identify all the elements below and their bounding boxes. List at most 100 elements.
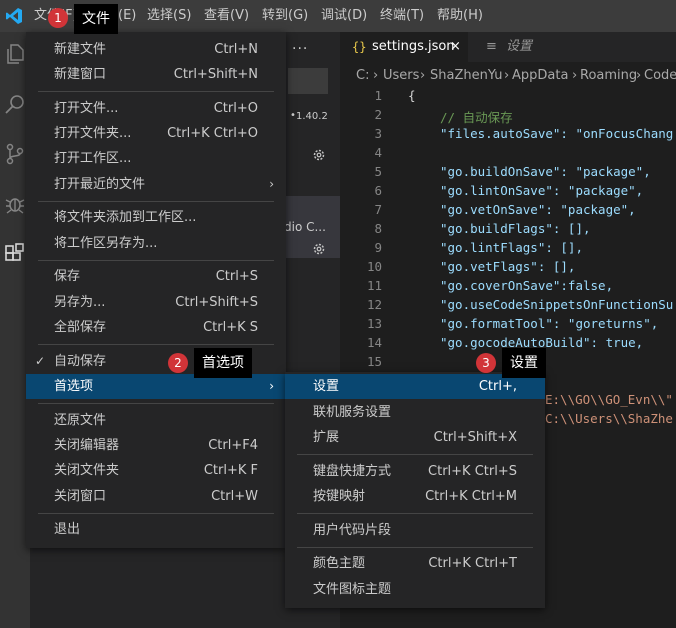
menu-item-color-theme[interactable]: 颜色主题 Ctrl+K Ctrl+T	[285, 551, 545, 576]
chevron-right-icon: ›	[269, 177, 274, 191]
check-icon: ✓	[35, 354, 46, 368]
menu-item-save-all[interactable]: 全部保存 Ctrl+K S	[26, 315, 286, 340]
gear-icon[interactable]	[312, 148, 326, 162]
code-line: "go.useCodeSnippetsOnFunctionSu	[440, 297, 674, 312]
close-icon[interactable]: ×	[450, 32, 461, 62]
json-file-icon: {}	[352, 40, 367, 54]
menu-item-keymaps[interactable]: 按键映射 Ctrl+K Ctrl+M	[285, 484, 545, 509]
tab-settings-ui[interactable]: ≡ 设置	[470, 32, 570, 62]
step-badge-3: 3	[476, 353, 496, 373]
breadcrumb-item[interactable]: C:	[356, 68, 369, 83]
extension-item-name: dio C...	[284, 220, 326, 234]
menu-item-open-workspace[interactable]: 打开工作区...	[26, 146, 286, 171]
menu-separator	[38, 201, 274, 202]
line-number: 7	[374, 202, 382, 217]
menu-selection[interactable]: 选择(S)	[143, 0, 195, 32]
line-number: 1	[374, 88, 382, 103]
extension-version: 1.40.2	[296, 111, 328, 122]
code-line: C:\\Users\\ShaZhe	[545, 411, 673, 426]
tab-label: 设置	[506, 39, 533, 54]
breadcrumb-item[interactable]: Users	[383, 68, 419, 83]
search-icon[interactable]	[3, 92, 27, 116]
line-number: 4	[374, 145, 382, 160]
menu-item-open-file[interactable]: 打开文件... Ctrl+O	[26, 96, 286, 121]
line-number: 11	[366, 278, 382, 293]
menu-item-save-workspace-as[interactable]: 将工作区另存为...	[26, 231, 286, 256]
step-badge-2: 2	[168, 353, 188, 373]
code-line: E:\\GO\\GO_Evn\\"	[545, 392, 673, 407]
menu-item-file-icon-theme[interactable]: 文件图标主题	[285, 577, 545, 602]
breadcrumb-item[interactable]: ShaZhenYu	[430, 68, 503, 83]
code-line: "go.lintOnSave": "package",	[440, 183, 644, 198]
menu-item-revert-file[interactable]: 还原文件	[26, 408, 286, 433]
menu-separator	[38, 513, 274, 514]
breadcrumb-separator: ›	[504, 68, 510, 83]
menu-separator	[297, 454, 533, 455]
debug-icon[interactable]	[3, 192, 27, 216]
callout-label-1: 文件	[74, 4, 118, 34]
source-control-icon[interactable]	[3, 142, 27, 166]
code-line: "go.vetFlags": [],	[440, 259, 576, 274]
menu-go[interactable]: 转到(G)	[258, 0, 312, 32]
menu-separator	[297, 547, 533, 548]
menu-separator	[297, 513, 533, 514]
explorer-icon[interactable]	[3, 42, 27, 66]
line-number: 15	[366, 354, 382, 369]
breadcrumb-item[interactable]: Code	[644, 68, 676, 83]
menu-item-exit[interactable]: 退出	[26, 517, 286, 542]
menu-item-close-folder[interactable]: 关闭文件夹 Ctrl+K F	[26, 458, 286, 483]
menu-separator	[38, 403, 274, 404]
chevron-right-icon: ›	[269, 379, 274, 393]
step-badge-1: 1	[48, 8, 68, 28]
code-line: {	[408, 88, 416, 103]
menu-help[interactable]: 帮助(H)	[433, 0, 487, 32]
gear-icon[interactable]	[312, 242, 326, 256]
code-line: "go.vetOnSave": "package",	[440, 202, 636, 217]
menu-item-online-services-settings[interactable]: 联机服务设置	[285, 400, 545, 425]
preferences-submenu: 设置 Ctrl+, 联机服务设置 扩展 Ctrl+Shift+X 键盘快捷方式 Ctr…	[285, 372, 545, 608]
menu-item-keyboard-shortcuts[interactable]: 键盘快捷方式 Ctrl+K Ctrl+S	[285, 459, 545, 484]
menu-item-extensions[interactable]: 扩展 Ctrl+Shift+X	[285, 425, 545, 450]
menu-view[interactable]: 查看(V)	[200, 0, 253, 32]
tab-label: settings.json	[372, 39, 455, 54]
line-number: 3	[374, 126, 382, 141]
menu-item-save-as[interactable]: 另存为... Ctrl+Shift+S	[26, 290, 286, 315]
line-number: 9	[374, 240, 382, 255]
breadcrumb-separator: ›	[373, 68, 379, 83]
line-number: 12	[366, 297, 382, 312]
menu-separator	[38, 344, 274, 345]
callout-label-3: 设置	[502, 348, 546, 378]
menu-debug[interactable]: 调试(D)	[317, 0, 371, 32]
breadcrumb-separator: ›	[572, 68, 578, 83]
tab-settings-json[interactable]: {} settings.json ×	[340, 32, 468, 62]
editor-tabs: {} settings.json × ≡ 设置	[340, 32, 676, 62]
menu-item-open-recent[interactable]: 打开最近的文件 ›	[26, 172, 286, 197]
menu-separator	[38, 91, 274, 92]
code-line: "files.autoSave": "onFocusChang	[440, 126, 674, 141]
breadcrumb-item[interactable]: Roaming	[580, 68, 637, 83]
code-line: // 自动保存	[440, 110, 513, 125]
more-actions-button[interactable]: ···	[292, 41, 308, 57]
breadcrumb-item[interactable]: AppData	[512, 68, 568, 83]
breadcrumb-separator: ›	[636, 68, 642, 83]
code-line: "go.buildOnSave": "package",	[440, 164, 651, 179]
menu-item-new-window[interactable]: 新建窗口 Ctrl+Shift+N	[26, 62, 286, 87]
breadcrumb-separator: ›	[420, 68, 426, 83]
menu-item-save[interactable]: 保存 Ctrl+S	[26, 264, 286, 289]
code-line: "go.coverOnSave":false,	[440, 278, 614, 293]
vscode-logo-icon	[6, 8, 22, 24]
line-number: 8	[374, 221, 382, 236]
menu-item-add-folder-to-workspace[interactable]: 将文件夹添加到工作区...	[26, 205, 286, 230]
menu-item-close-editor[interactable]: 关闭编辑器 Ctrl+F4	[26, 433, 286, 458]
menu-item-user-snippets[interactable]: 用户代码片段	[285, 518, 545, 543]
search-box-fragment[interactable]	[288, 68, 328, 94]
code-line: "go.formatTool": "goreturns",	[440, 316, 659, 331]
menu-separator	[38, 260, 274, 261]
menu-item-open-folder[interactable]: 打开文件夹... Ctrl+K Ctrl+O	[26, 121, 286, 146]
menu-terminal[interactable]: 终端(T)	[376, 0, 428, 32]
extensions-icon[interactable]	[3, 242, 27, 266]
menu-item-new-file[interactable]: 新建文件 Ctrl+N	[26, 37, 286, 62]
menu-item-close-window[interactable]: 关闭窗口 Ctrl+W	[26, 484, 286, 509]
line-number: 5	[374, 164, 382, 179]
code-line: "go.buildFlags": [],	[440, 221, 591, 236]
